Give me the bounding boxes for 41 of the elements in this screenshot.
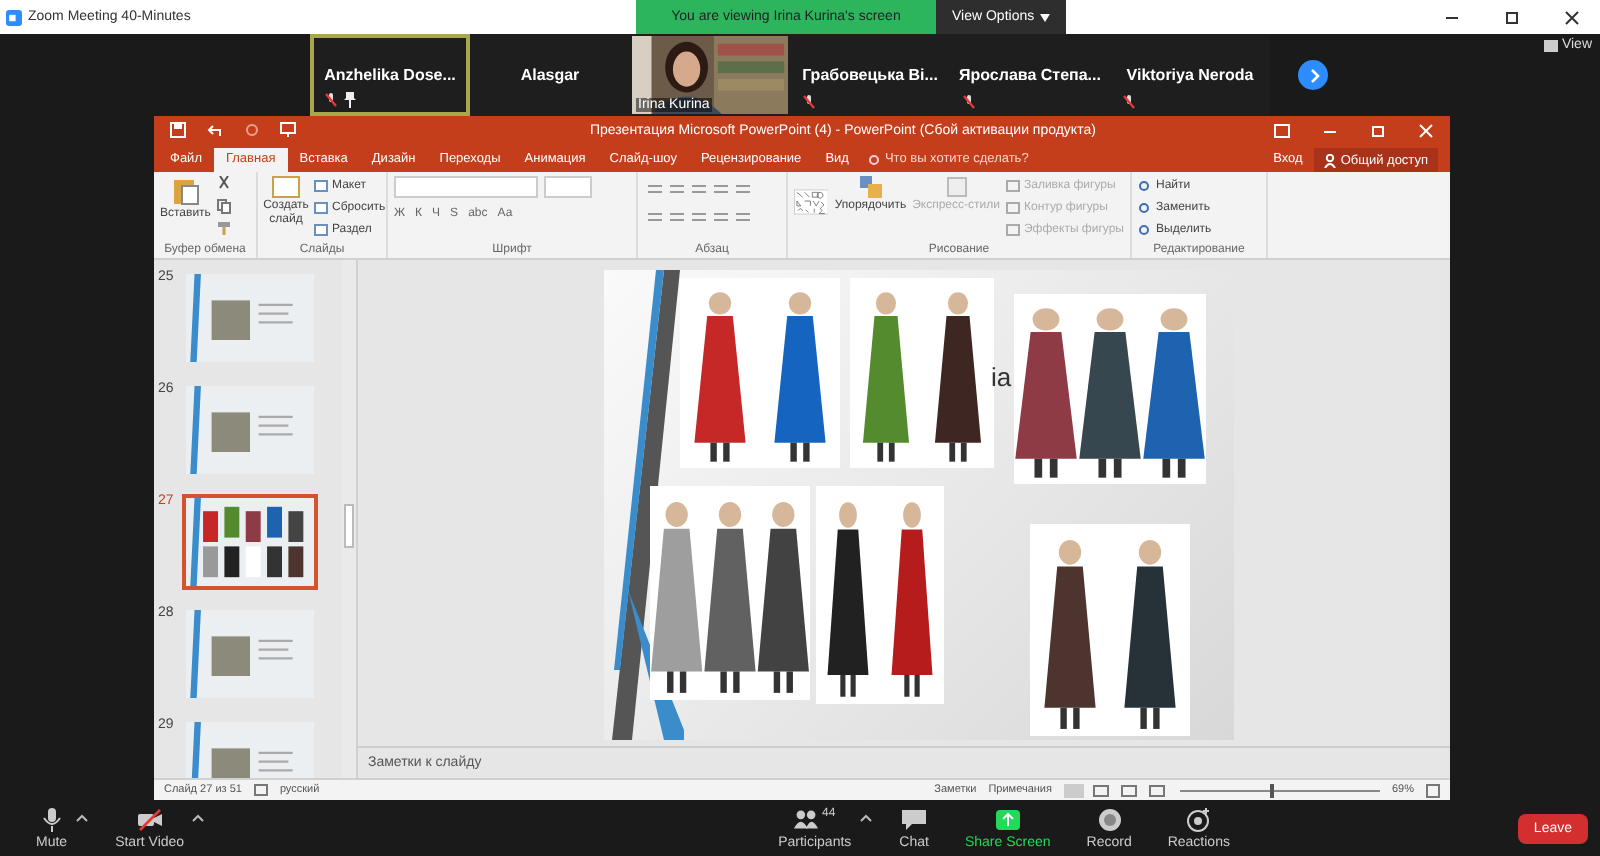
chevron-right-icon [1305,67,1321,83]
fit-slide-icon[interactable] [1426,783,1440,797]
close-icon[interactable] [1564,9,1580,25]
save-icon[interactable] [170,122,186,138]
participant-name: Anzhelika Dose... [324,66,456,84]
undo-icon[interactable] [206,122,224,138]
font-size-field[interactable] [544,176,592,198]
participant-name: Alasgar [520,66,580,84]
slideshow-icon[interactable] [280,122,296,138]
cut-icon[interactable] [216,176,233,192]
microphone-icon [39,807,64,831]
caret-icon[interactable] [192,813,205,821]
video-off-icon [137,807,162,831]
copy-icon[interactable] [216,198,233,214]
slide-thumbnail[interactable] [182,606,318,702]
slide-title: ia [991,362,1012,392]
participant-name: Грабовецька Ві... [802,66,938,84]
zoom-logo-icon [6,9,22,25]
slide-thumbnail[interactable] [182,494,318,590]
caret-icon [1040,13,1051,21]
next-page-button[interactable] [1298,60,1328,90]
slide-thumbnail[interactable] [182,270,318,366]
participant-name: Viktoriya Neroda [1126,66,1254,84]
caret-icon[interactable] [75,813,88,821]
caret-icon[interactable] [859,813,872,821]
person-icon [1324,153,1337,167]
participant-name: Ярослава Степа... [959,66,1101,84]
slide-thumbnail[interactable] [182,382,318,478]
chat-icon [902,807,927,831]
scrollbar[interactable] [342,260,356,778]
view-modes-drawing[interactable] [1063,783,1168,797]
share-screen-icon [995,807,1020,831]
ribbon-display-icon[interactable] [1274,123,1290,137]
record-icon [1097,807,1122,831]
arrange-icon [859,176,882,198]
font-name-field[interactable] [394,176,538,198]
grid-icon [1543,39,1558,51]
restore-icon[interactable] [1504,9,1520,25]
format-painter-icon[interactable] [216,220,233,236]
people-icon [794,807,819,831]
spellcheck-icon[interactable] [253,784,268,796]
